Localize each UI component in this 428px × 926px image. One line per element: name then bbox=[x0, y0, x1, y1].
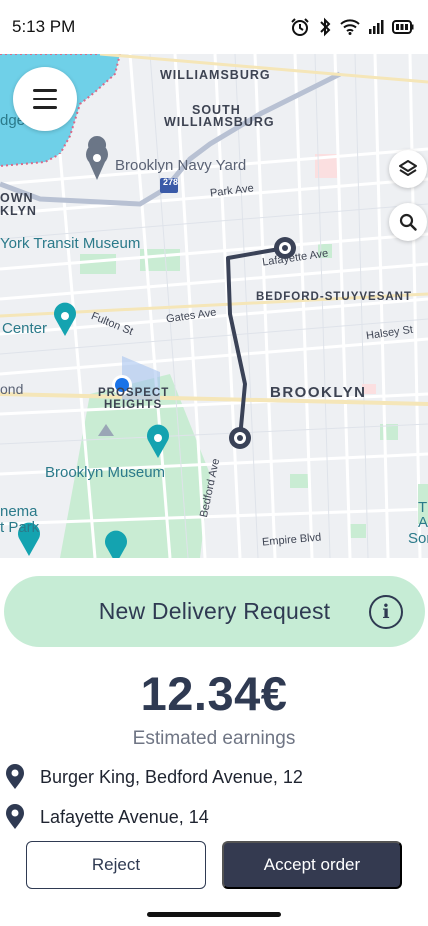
reject-button[interactable]: Reject bbox=[26, 841, 206, 889]
map-label-prospect: PROSPECT bbox=[98, 387, 170, 399]
search-icon bbox=[399, 213, 417, 231]
menu-icon-bar bbox=[33, 97, 57, 101]
bluetooth-icon bbox=[320, 17, 331, 37]
map-label-heights: HEIGHTS bbox=[104, 399, 163, 411]
map-label-right-edge-3: Son bbox=[408, 530, 428, 547]
map-label-cinema-park: t Park bbox=[0, 519, 40, 536]
earnings-amount: 12.34€ bbox=[140, 667, 288, 720]
menu-icon-bar bbox=[33, 89, 57, 92]
earnings-label: Estimated earnings bbox=[132, 728, 296, 749]
status-icons bbox=[290, 17, 414, 37]
menu-icon-bar bbox=[33, 106, 57, 109]
map-label-edge-3: KLYN bbox=[0, 204, 37, 218]
dropoff-address-text: Lafayette Avenue, 14 bbox=[40, 806, 209, 827]
wifi-icon bbox=[340, 19, 360, 35]
request-title: New Delivery Request bbox=[98, 598, 331, 624]
menu-button[interactable] bbox=[13, 67, 77, 131]
map-label-center: Center bbox=[2, 320, 48, 337]
map-label-navy-yard: Brooklyn Navy Yard bbox=[115, 157, 247, 174]
map-label-south-williamsburg: WILLIAMSBURG bbox=[164, 115, 275, 129]
map-view[interactable]: 278 WILLIAMSBURG SOUTH WILLIAMSBURG dge … bbox=[0, 54, 428, 558]
search-button[interactable] bbox=[389, 203, 427, 241]
pickup-address-text: Burger King, Bedford Avenue, 12 bbox=[40, 766, 303, 787]
map-label-brooklyn: BROOKLYN bbox=[270, 384, 367, 401]
map-label-transit-museum: York Transit Museum bbox=[0, 235, 141, 252]
layers-button[interactable] bbox=[389, 150, 427, 188]
home-indicator[interactable] bbox=[147, 912, 281, 917]
map-label-williamsburg: WILLIAMSBURG bbox=[160, 68, 271, 82]
battery-icon bbox=[392, 20, 414, 34]
delivery-request-banner: New Delivery Request i bbox=[4, 576, 425, 647]
accept-order-button[interactable]: Accept order bbox=[222, 841, 402, 889]
info-icon[interactable]: i bbox=[369, 595, 403, 629]
layers-icon bbox=[399, 160, 417, 176]
map-label-brooklyn-museum: Brooklyn Museum bbox=[45, 464, 166, 481]
alarm-icon bbox=[291, 18, 309, 36]
dropoff-address: Lafayette Avenue, 14 bbox=[4, 804, 209, 830]
status-bar: 5:13 PM bbox=[0, 0, 428, 54]
map-label-bond: ond bbox=[0, 381, 24, 397]
map-label-cinema: nema bbox=[0, 503, 38, 520]
map-label-bedford-stuyvesant: BEDFORD-STUYVESANT bbox=[256, 291, 413, 303]
signal-icon bbox=[369, 20, 384, 34]
highway-shield-label: 278 bbox=[163, 177, 179, 187]
map-label-right-edge-2: A bbox=[418, 514, 428, 531]
status-time: 5:13 PM bbox=[12, 17, 76, 36]
map-label-edge-2: OWN bbox=[0, 191, 34, 205]
pickup-address: Burger King, Bedford Avenue, 12 bbox=[4, 764, 303, 790]
location-pin-icon bbox=[6, 804, 24, 829]
location-pin-icon bbox=[6, 764, 24, 789]
